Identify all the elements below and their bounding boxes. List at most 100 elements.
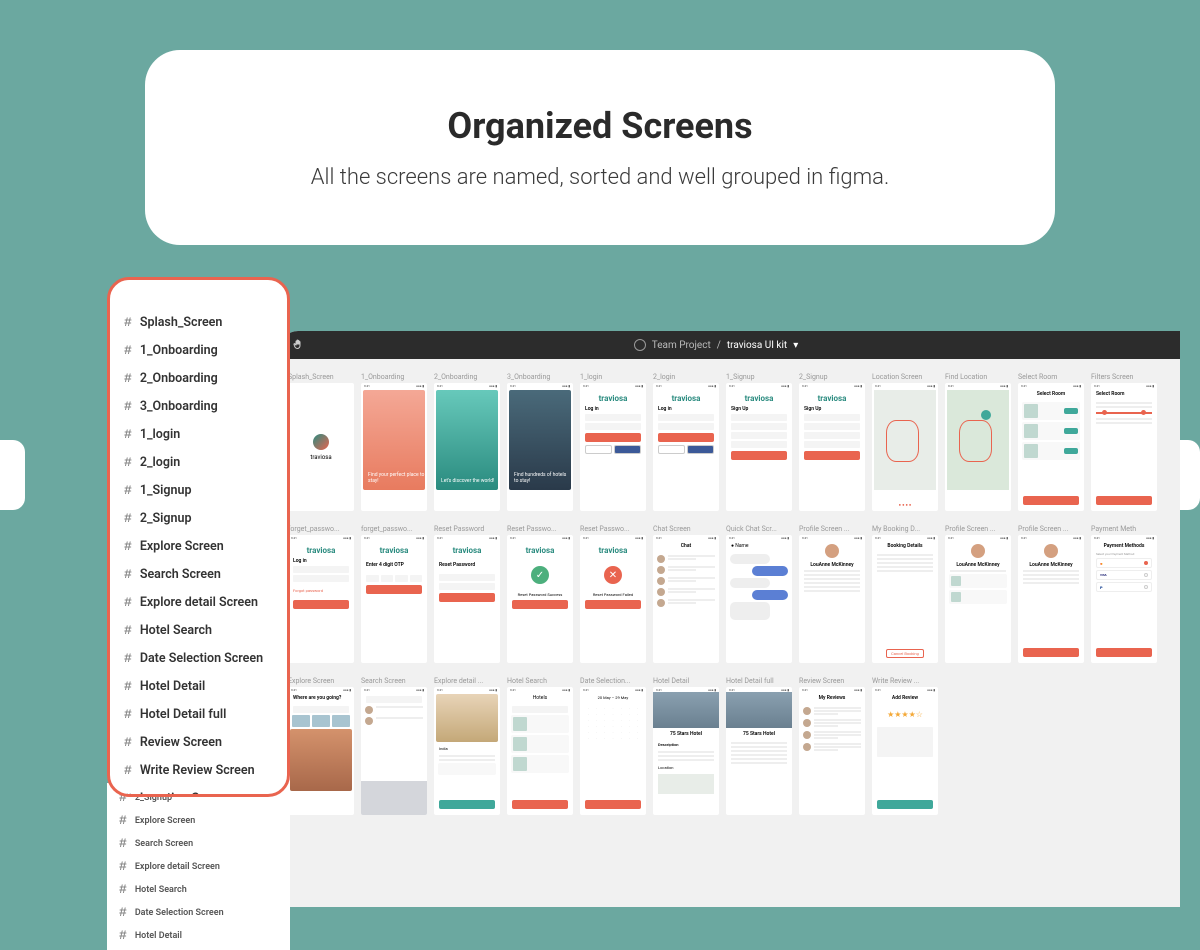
frame-label: Location Screen [872,373,938,381]
frame-chatlist[interactable]: Chat Screen9:41●●● ▮Chat [653,525,719,663]
frame-label: Filters Screen [1091,373,1157,381]
layers-panel: #Splash_Screen#1_Onboarding#2_Onboarding… [107,277,290,797]
layer-item[interactable]: #Location Screen [124,784,273,797]
hand-tool-icon[interactable] [292,339,304,351]
layer-item[interactable]: #Hotel Detail [119,924,278,947]
layer-item[interactable]: #2_Signup [124,504,273,532]
frame-splash[interactable]: Splash_Screentraviosa [288,373,354,511]
layer-item[interactable]: #Hotel Search [119,878,278,901]
layer-item[interactable]: #Search Screen [124,560,273,588]
screen-preview: 9:41●●● ▮75 Stars Hotel [726,687,792,815]
frame-explore[interactable]: Explore Screen9:41●●● ▮Where are you goi… [288,677,354,815]
frame-reset1[interactable]: Reset Password9:41●●● ▮traviosaReset Pas… [434,525,500,663]
frame-hoteldetail[interactable]: Hotel Detail9:41●●● ▮75 Stars HotelDescr… [653,677,719,815]
layer-label: Hotel Search [140,623,212,638]
breadcrumb-divider: / [717,340,721,351]
frame-chat[interactable]: Quick Chat Scr...9:41●●● ▮● Name [726,525,792,663]
layer-label: Hotel Detail full [140,707,227,722]
frame-login2[interactable]: 2_login9:41●●● ▮traviosaLog in [653,373,719,511]
file-name[interactable]: traviosa UI kit [727,340,787,351]
layer-label: Explore detail Screen [140,595,258,610]
screen-preview: 9:41●●● ▮traviosa✕Reset Password Failed [580,535,646,663]
frame-search[interactable]: Search Screen9:41●●● ▮ [361,677,427,815]
layer-item[interactable]: #Explore Screen [124,532,273,560]
frame-label: 1_Signup [726,373,792,381]
screen-preview: 9:41●●● ▮traviosaLog inForgot password [288,535,354,663]
frame-location[interactable]: Location Screen9:41●●● ▮● ● ● ● [872,373,938,511]
frame-payment[interactable]: Payment Meth9:41●●● ▮Payment MethodsSele… [1091,525,1157,663]
frame-label: Profile Screen ... [799,525,865,533]
frame-ob[interactable]: 1_Onboarding9:41●●● ▮Find your perfect p… [361,373,427,511]
frame-findloc[interactable]: Find Location9:41●●● ▮ [945,373,1011,511]
layer-item[interactable]: #1_login [124,420,273,448]
screen-preview: 9:41●●● ▮Payment MethodsSelect your Paym… [1091,535,1157,663]
frame-ob[interactable]: 2_Onboarding9:41●●● ▮Let's discover the … [434,373,500,511]
layer-label: Hotel Detail [140,679,205,694]
layer-item[interactable]: #1_Onboarding [124,336,273,364]
frame-icon: # [124,511,132,526]
user-avatar-icon[interactable] [634,339,646,351]
frame-profile[interactable]: Profile Screen ...9:41●●● ▮LouAnne McKin… [799,525,865,663]
layer-item[interactable]: #Hotel Detail full [124,700,273,728]
frame-signup1[interactable]: 1_Signup9:41●●● ▮traviosaSign Up [726,373,792,511]
frame-reset_fail[interactable]: Reset Passwo...9:41●●● ▮traviosa✕Reset P… [580,525,646,663]
hero-subtitle: All the screens are named, sorted and we… [311,165,889,190]
project-name[interactable]: Team Project [652,340,711,351]
frame-hoteldetailfull[interactable]: Hotel Detail full9:41●●● ▮75 Stars Hotel [726,677,792,815]
layer-item[interactable]: #Review Screen [124,728,273,756]
frame-label: Review Screen [799,677,865,685]
frame-profile2[interactable]: Profile Screen ...9:41●●● ▮LouAnne McKin… [945,525,1011,663]
frame-filters[interactable]: Filters Screen9:41●●● ▮Select Room [1091,373,1157,511]
chevron-down-icon[interactable]: ▾ [793,340,798,351]
frame-selectroom[interactable]: Select Room9:41●●● ▮Select Room [1018,373,1084,511]
frame-signup2[interactable]: 2_Signup9:41●●● ▮traviosaSign Up [799,373,865,511]
layer-label: 1_login [140,427,180,442]
screen-preview: 9:41●●● ▮Find hundreds of hotels to stay… [507,383,573,511]
frame-icon: # [124,371,132,386]
figma-toolbar: Team Project / traviosa UI kit ▾ [280,331,1180,359]
frame-hotelsearch[interactable]: Hotel Search9:41●●● ▮Hotels [507,677,573,815]
layer-label: 1_Signup [140,483,192,498]
layer-item[interactable]: #1_Signup [124,476,273,504]
figma-canvas[interactable]: Splash_Screentraviosa1_Onboarding9:41●●●… [280,359,1180,907]
frame-login1[interactable]: 1_login9:41●●● ▮traviosaLog in [580,373,646,511]
layer-item[interactable]: #Search Screen [119,832,278,855]
layer-item[interactable]: # Hotel Search [124,616,273,644]
frame-label: 3_Onboarding [507,373,573,381]
frame-label: 2_login [653,373,719,381]
frame-booking[interactable]: My Booking D...9:41●●● ▮Booking DetailsC… [872,525,938,663]
frame-profile3[interactable]: Profile Screen ...9:41●●● ▮LouAnne McKin… [1018,525,1084,663]
layer-item[interactable]: #2_login [124,448,273,476]
layer-item[interactable]: #Explore Screen [119,809,278,832]
screen-preview: 9:41●●● ▮traviosa✓Reset Password Success [507,535,573,663]
screen-preview: 9:41●●● ▮India [434,687,500,815]
frame-writereview[interactable]: Write Review ...9:41●●● ▮Add Review★★★★☆ [872,677,938,815]
frame-review[interactable]: Review Screen9:41●●● ▮My Reviews [799,677,865,815]
layer-item[interactable]: #Hotel Detail [124,672,273,700]
frame-dateselect[interactable]: Date Selection...9:41●●● ▮20 May – 29 Ma… [580,677,646,815]
frame-label: Select Room [1018,373,1084,381]
frame-icon: # [124,763,132,778]
layer-item[interactable]: #Explore detail Screen [124,588,273,616]
layer-label: Write Review Screen [140,763,255,778]
frame-forgot1[interactable]: forget_passwo...9:41●●● ▮traviosaLog inF… [288,525,354,663]
frame-exploredetail[interactable]: Explore detail ...9:41●●● ▮India [434,677,500,815]
layer-item[interactable]: #3_Onboarding [124,392,273,420]
layer-item[interactable]: #Date Selection Screen [119,901,278,924]
screen-preview: 9:41●●● ▮75 Stars HotelDescriptionLocati… [653,687,719,815]
frame-reset_ok[interactable]: Reset Passwo...9:41●●● ▮traviosa✓Reset P… [507,525,573,663]
screen-preview: 9:41●●● ▮ [945,383,1011,511]
layer-item[interactable]: #Explore detail Screen [119,855,278,878]
layer-label: Date Selection Screen [140,651,263,666]
layer-item[interactable]: #Date Selection Screen [124,644,273,672]
screen-preview: 9:41●●● ▮LouAnne McKinney [1018,535,1084,663]
frame-forgot2[interactable]: forget_passwo...9:41●●● ▮traviosaEnter 4… [361,525,427,663]
frame-icon: # [124,623,132,638]
screen-preview: 9:41●●● ▮Booking DetailsCancel Booking [872,535,938,663]
frame-label: Explore Screen [288,677,354,685]
layer-label: Hotel Search [135,885,187,895]
layer-item[interactable]: # Write Review Screen [124,756,273,784]
layer-item[interactable]: #Splash_Screen [124,308,273,336]
layer-item[interactable]: #2_Onboarding [124,364,273,392]
frame-ob[interactable]: 3_Onboarding 9:41●●● ▮Find hundreds of ho… [507,373,573,511]
